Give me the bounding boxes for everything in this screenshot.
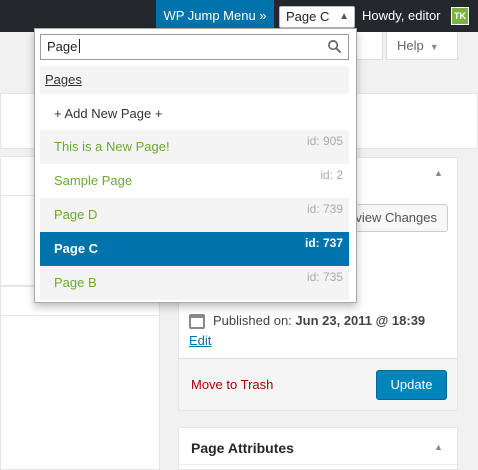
option-add-new-page[interactable]: + Add New Page +: [40, 97, 349, 131]
option-page-b[interactable]: Page B id: 735: [40, 266, 349, 300]
page-attributes-title: Page Attributes: [191, 440, 294, 456]
published-date: Jun 23, 2011 @ 18:39: [295, 313, 426, 328]
screen-options-tab[interactable]: [353, 32, 383, 60]
option-group-header: Pages: [40, 66, 349, 94]
avatar[interactable]: TK: [451, 7, 469, 25]
edit-date-link[interactable]: Edit: [189, 333, 211, 348]
option-page-c-selected[interactable]: Page C id: 737: [40, 232, 349, 266]
search-input-value: Page: [47, 39, 81, 54]
editor-body[interactable]: [0, 316, 160, 470]
option-label: Page B: [54, 275, 97, 290]
calendar-icon: [189, 314, 205, 329]
option-this-is-a-new-page[interactable]: This is a New Page! id: 905: [40, 130, 349, 164]
option-group-label: Pages: [45, 72, 82, 87]
search-input[interactable]: Page: [40, 34, 349, 60]
preview-changes-button[interactable]: view Changes: [344, 204, 448, 232]
option-page-d[interactable]: Page D id: 739: [40, 198, 349, 232]
jump-menu-dropdown: Page Pages + Add New Page + This is a Ne…: [34, 28, 357, 303]
chevron-up-icon: ▲: [339, 11, 349, 22]
option-label: Page D: [54, 207, 98, 222]
option-label: This is a New Page!: [54, 139, 170, 154]
help-tab-label: Help: [397, 38, 424, 53]
option-id: id: 905: [306, 134, 343, 148]
published-label: Published on:: [213, 313, 292, 328]
option-label: Sample Page: [54, 173, 133, 188]
option-id: id: 737: [304, 236, 343, 250]
published-info: Published on: Jun 23, 2011 @ 18:39: [213, 313, 425, 328]
update-button[interactable]: Update: [376, 370, 447, 400]
option-id: id: 2: [320, 168, 343, 182]
divider: [179, 464, 457, 465]
option-label: Page C: [54, 241, 99, 256]
collapse-icon[interactable]: ▲: [434, 168, 443, 178]
search-icon: [328, 40, 342, 54]
jump-menu-select[interactable]: Page C ▲: [279, 6, 355, 28]
text-cursor: [79, 39, 81, 53]
chevron-down-icon: ▼: [429, 42, 439, 52]
user-greeting[interactable]: Howdy, editor: [362, 0, 441, 32]
publish-actions: Move to Trash Update: [179, 358, 457, 410]
page-attributes-box: Page Attributes ▲: [178, 427, 458, 470]
collapse-icon[interactable]: ▲: [434, 442, 443, 452]
jump-menu-select-value: Page C: [286, 9, 330, 24]
option-sample-page[interactable]: Sample Page id: 2: [40, 164, 349, 198]
option-id: id: 739: [306, 202, 343, 216]
option-label: + Add New Page +: [54, 106, 163, 121]
move-to-trash-link[interactable]: Move to Trash: [191, 377, 273, 392]
help-tab[interactable]: Help ▼: [386, 32, 458, 60]
option-id: id: 735: [306, 270, 343, 284]
